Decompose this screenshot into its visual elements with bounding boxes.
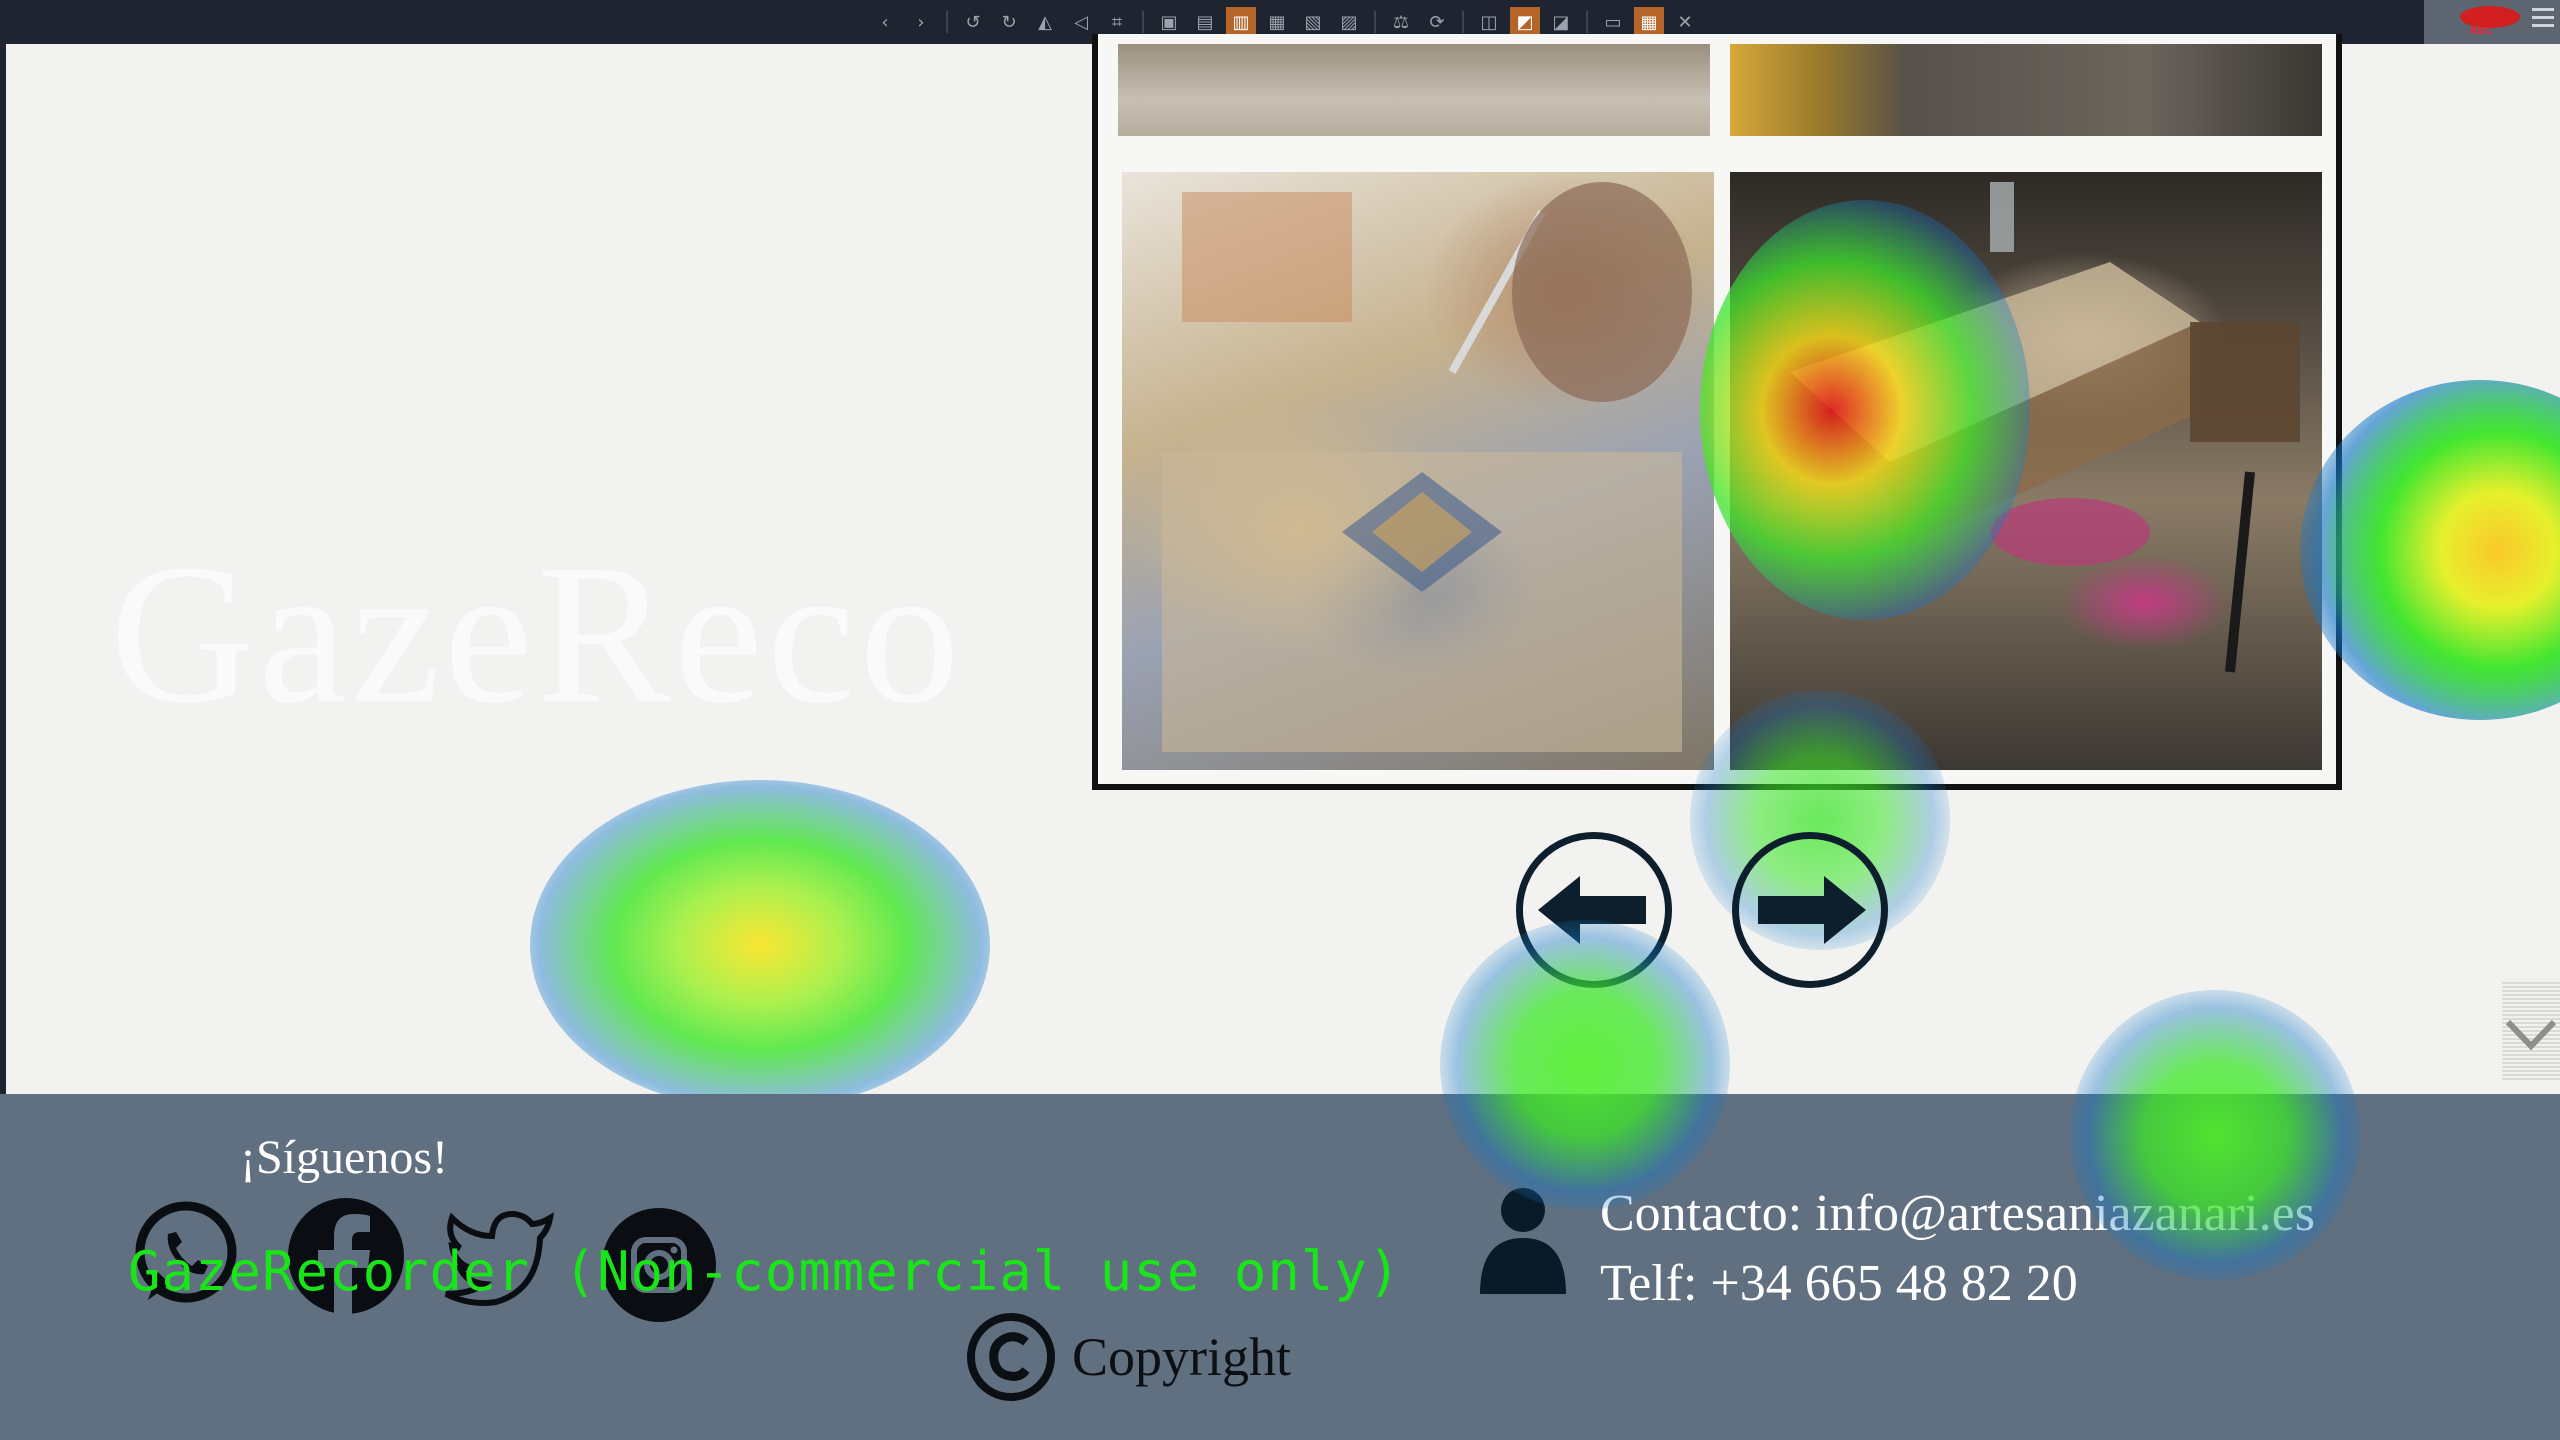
copyright-icon [967, 1313, 1055, 1401]
flip-horizontal-icon[interactable]: ◭ [1030, 7, 1060, 37]
toolbar-separator [1142, 11, 1144, 33]
hamburger-menu-icon[interactable] [2532, 8, 2554, 32]
record-icon [2460, 6, 2520, 28]
recording-indicator[interactable]: REC [2424, 0, 2560, 44]
gallery-photo-top-right[interactable] [1730, 44, 2322, 136]
frame-icon-3[interactable]: ▥ [1226, 7, 1256, 37]
frame-icon-4[interactable]: ▦ [1262, 7, 1292, 37]
contact-email[interactable]: Contacto: info@artesaniazanari.es [1600, 1184, 2315, 1243]
chevron-left-icon[interactable]: ‹ [870, 7, 900, 37]
layout-icon-1[interactable]: ◫ [1474, 7, 1504, 37]
watermark-text: GazeReco [110, 524, 964, 745]
scale-icon[interactable]: ⚖ [1386, 7, 1416, 37]
refresh-icon[interactable]: ⟳ [1422, 7, 1452, 37]
page-left-border [0, 44, 6, 1094]
tile-painting-illustration [1162, 182, 1692, 752]
trash-icon[interactable]: ✕ [1670, 7, 1700, 37]
arrow-right-icon [1758, 876, 1866, 944]
frame-icon-2[interactable]: ▤ [1190, 7, 1220, 37]
gallery-photo-top-left[interactable] [1118, 44, 1710, 136]
chevron-down-icon [2505, 1019, 2557, 1051]
toolbar-separator [1462, 11, 1464, 33]
wood-carving-illustration [1790, 182, 2300, 673]
scroll-down-indicator[interactable] [2502, 980, 2560, 1080]
toolbar-separator [1586, 11, 1588, 33]
arrow-left-icon [1538, 876, 1646, 944]
frame-icon-6[interactable]: ▨ [1334, 7, 1364, 37]
image-gallery [1092, 34, 2342, 790]
copyright-notice: Copyright [966, 1312, 1291, 1402]
redo-icon[interactable]: ↻ [994, 7, 1024, 37]
toolbar-separator [1374, 11, 1376, 33]
frame-icon-1[interactable]: ▣ [1154, 7, 1184, 37]
undo-icon[interactable]: ↺ [958, 7, 988, 37]
flip-vertical-icon[interactable]: ◁ [1066, 7, 1096, 37]
copyright-label: Copyright [1072, 1327, 1292, 1387]
grid-icon[interactable]: ▦ [1634, 7, 1664, 37]
gazerecorder-notice: GazeRecorder (Non-commercial use only) [128, 1240, 1402, 1303]
contact-person-icon [1478, 1186, 1568, 1300]
frame-icon-5[interactable]: ▧ [1298, 7, 1328, 37]
gallery-photo-tile-painting[interactable] [1122, 172, 1714, 770]
follow-us-heading: ¡Síguenos! [240, 1131, 448, 1184]
contact-phone[interactable]: Telf: +34 665 48 82 20 [1600, 1254, 2078, 1313]
gaze-heatmap-blob [530, 780, 990, 1110]
layout-icon-2[interactable]: ◩ [1510, 7, 1540, 37]
previous-button[interactable] [1516, 832, 1672, 988]
crop-icon[interactable]: ⌗ [1102, 7, 1132, 37]
toolbar-separator [946, 11, 948, 33]
chevron-right-icon[interactable]: › [906, 7, 936, 37]
recording-label: REC [2470, 26, 2492, 37]
next-button[interactable] [1732, 832, 1888, 988]
page-footer: ¡Síguenos! GazeRecorder (Non-commercial … [0, 1094, 2560, 1440]
heatmap-icon[interactable]: ◪ [1546, 7, 1576, 37]
gallery-photo-wood-carving[interactable] [1730, 172, 2322, 770]
image-icon[interactable]: ▭ [1598, 7, 1628, 37]
